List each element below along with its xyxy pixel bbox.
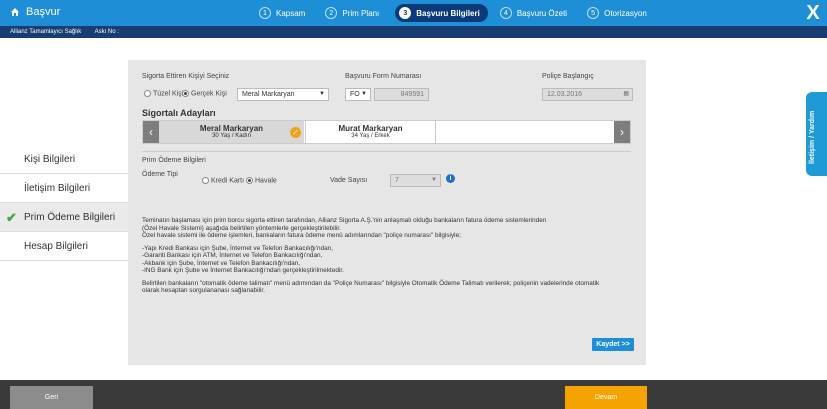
chevron-right-icon[interactable]: › <box>614 121 630 143</box>
payment-info-label: Prim Ödeme Bilgileri <box>142 157 206 164</box>
home-icon <box>11 8 19 16</box>
step-label: Prim Planı <box>342 8 380 18</box>
candidate-name: Murat Markaryan <box>338 124 403 133</box>
step-kapsam[interactable]: 1 Kapsam <box>255 4 313 22</box>
policy-start-field: 12.03.2016 ▦ <box>542 88 633 101</box>
sidebar-item-iletisim-bilgileri[interactable]: İletişim Bilgileri <box>0 174 128 203</box>
sidebar: Kişi Bilgileri İletişim Bilgileri ✔ Prim … <box>0 145 128 261</box>
step-prim-plani[interactable]: 2 Prim Planı <box>321 4 387 22</box>
notice-bank-item: -ING Bank için Şube ve İnternet Bankacıl… <box>142 267 344 274</box>
chevron-left-icon[interactable]: ‹ <box>143 121 159 143</box>
select-value: 7 <box>395 177 399 184</box>
candidate-info: 30 Yaş / Kadın <box>212 133 251 139</box>
main-panel: Sigorta Ettiren Kişiyi Seçiniz Tüzel Kiş… <box>128 60 646 365</box>
radio-icon <box>144 90 151 97</box>
chevron-down-icon: ▼ <box>319 91 325 97</box>
sub-bar: Allianz Tamamlayıcı Sağlık Askı No : <box>0 26 827 38</box>
bottom-bar <box>0 380 827 409</box>
home-label: Başvur <box>26 6 61 18</box>
radio-label: Kredi Kartı <box>211 177 245 185</box>
radio-icon <box>202 177 209 184</box>
notice-bank-item: -Akbank için Şube, İnternet ve Telefon B… <box>142 259 301 267</box>
save-button[interactable]: Kaydet >> <box>592 338 634 351</box>
sidebar-item-label: İletişim Bilgileri <box>24 182 91 194</box>
sidebar-item-prim-odeme[interactable]: ✔ Prim Ödeme Bilgileri <box>0 203 128 232</box>
sidebar-item-hesap-bilgileri[interactable]: Hesap Bilgileri <box>0 232 128 261</box>
form-number-label: Başvuru Form Numarası <box>345 73 422 80</box>
installments-label: Vade Sayısı <box>330 177 368 184</box>
continue-button[interactable]: Devam <box>565 386 647 409</box>
radio-label: Gerçek Kişi <box>191 90 227 98</box>
product-name: Allianz Tamamlayıcı Sağlık <box>10 29 82 35</box>
notice-paragraph: Belirtilen bankaların "otomatik ödeme ta… <box>142 279 600 295</box>
person-select[interactable]: Meral Markaryan ▼ <box>237 88 329 101</box>
select-value: FO <box>350 91 360 98</box>
close-icon[interactable]: X <box>799 0 827 26</box>
transfer-radio[interactable]: Havale <box>246 177 277 184</box>
radio-icon <box>246 177 253 184</box>
ask-number: Askı No : <box>94 29 119 35</box>
home-link[interactable]: Başvur <box>10 6 60 18</box>
radio-label: Havale <box>255 177 277 185</box>
candidate-name: Meral Markaryan <box>199 124 264 133</box>
select-value: Meral Markaryan <box>242 91 295 98</box>
help-label: İletişim / Yardım <box>809 110 816 164</box>
notice-paragraph: (Özel Havale Sistemi) aşağıda belirtilen… <box>142 224 341 232</box>
check-icon: ✔ <box>6 210 17 225</box>
step-number: 1 <box>259 7 271 19</box>
step-basvuru-ozeti[interactable]: 4 Başvuru Özeti <box>496 4 575 22</box>
step-label: Başvuru Özeti <box>516 8 568 18</box>
credit-card-radio[interactable]: Kredi Kartı <box>202 177 244 184</box>
candidates-carousel: ‹ Meral Markaryan 30 Yaş / Kadın ✓ Murat… <box>142 120 631 144</box>
chevron-down-icon: ▼ <box>361 91 367 97</box>
policy-start-label: Poliçe Başlangıç <box>542 73 594 80</box>
step-number: 4 <box>499 7 512 19</box>
step-label: Başvuru Bilgileri <box>416 8 480 18</box>
sidebar-item-kisi-bilgileri[interactable]: Kişi Bilgileri <box>0 145 128 174</box>
sidebar-item-label: Prim Ödeme Bilgileri <box>24 211 116 223</box>
step-basvuru-bilgileri[interactable]: 3 Başvuru Bilgileri <box>395 4 488 22</box>
step-otorizasyon[interactable]: 5 Otorizasyon <box>583 4 655 22</box>
candidates-title: Sigortalı Adayları <box>142 108 216 118</box>
radio-icon <box>182 90 189 97</box>
wizard-steps: 1 Kapsam 2 Prim Planı 3 Başvuru Bilgileri 4… <box>255 4 663 22</box>
field-value: 12.03.2016 <box>547 91 583 98</box>
candidate-card-2[interactable]: Murat Markaryan 34 Yaş / Erkek <box>305 121 436 143</box>
candidate-card-1[interactable]: Meral Markaryan 30 Yaş / Kadın <box>159 121 304 143</box>
top-bar: Başvur 1 Kapsam 2 Prim Planı 3 Başvuru Bilg… <box>0 0 827 26</box>
step-number: 5 <box>587 7 600 19</box>
step-label: Otorizasyon <box>604 8 647 18</box>
insurer-label: Sigorta Ettiren Kişiyi Seçiniz <box>142 73 230 80</box>
divider <box>142 151 631 152</box>
help-tab[interactable]: İletişim / Yardım <box>806 92 827 176</box>
form-prefix-select[interactable]: FO ▼ <box>345 88 371 101</box>
real-person-radio[interactable]: Gerçek Kişi <box>182 90 227 97</box>
radio-label: Tüzel Kişi <box>153 90 184 98</box>
info-icon[interactable]: i <box>446 174 455 183</box>
check-circle-icon: ✓ <box>290 127 301 138</box>
legal-person-radio[interactable]: Tüzel Kişi <box>144 90 183 97</box>
calendar-icon: ▦ <box>623 91 629 97</box>
installments-select[interactable]: 7 ▼ <box>390 174 441 187</box>
sidebar-item-label: Hesap Bilgileri <box>24 240 88 252</box>
notice-bank-item: -Garanti Bankası için ATM, İnternet ve T… <box>142 252 323 259</box>
payment-notice: Teminatın başlaması için prim borcu sigo… <box>142 217 612 295</box>
field-value: 849591 <box>400 91 424 98</box>
candidate-info: 34 Yaş / Erkek <box>351 133 390 139</box>
sidebar-item-label: Kişi Bilgileri <box>24 153 76 165</box>
step-label: Kapsam <box>276 8 306 18</box>
form-number-field: 849591 <box>374 88 429 101</box>
notice-paragraph: Teminatın başlaması için prim borcu sigo… <box>142 217 547 224</box>
notice-bank-item: -Yapı Kredi Bankası için Şube, İnternet … <box>142 244 334 252</box>
payment-type-label: Ödeme Tipi <box>142 171 178 178</box>
step-number: 2 <box>325 7 338 19</box>
step-number: 3 <box>399 7 412 19</box>
chevron-down-icon: ▼ <box>431 177 437 183</box>
back-button[interactable]: Geri <box>10 386 93 409</box>
notice-paragraph: Özel havale sistemi ile ödeme işlemleri,… <box>142 232 461 239</box>
